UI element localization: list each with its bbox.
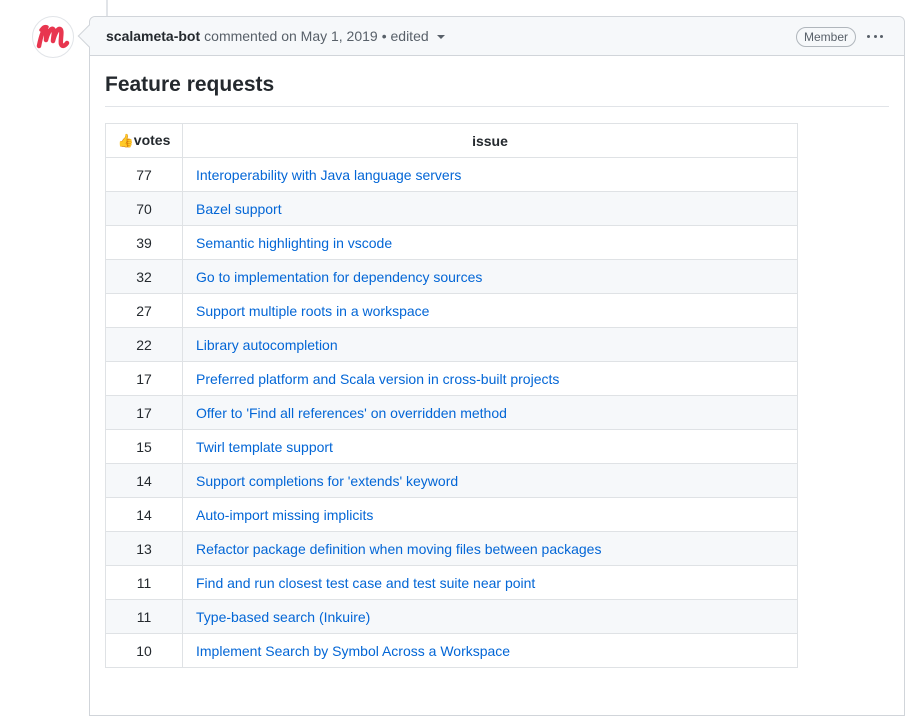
avatar[interactable] — [32, 16, 74, 58]
issue-cell: Bazel support — [182, 191, 798, 226]
vote-count: 17 — [105, 395, 183, 430]
table-row: 14 Support completions for 'extends' keyw… — [105, 463, 798, 498]
table-row: 17 Offer to 'Find all references' on over… — [105, 395, 798, 430]
vote-count: 70 — [105, 191, 183, 226]
chevron-down-icon — [436, 35, 445, 39]
vote-count: 11 — [105, 565, 183, 600]
issue-cell: Find and run closest test case and test … — [182, 565, 798, 600]
edited-dropdown[interactable]: • edited — [382, 28, 445, 44]
table-row: 11 Type-based search (Inkuire) — [105, 599, 798, 634]
issue-link[interactable]: Bazel support — [196, 201, 282, 217]
issue-link[interactable]: Support multiple roots in a workspace — [196, 303, 429, 319]
issue-link[interactable]: Library autocompletion — [196, 337, 338, 353]
issue-link[interactable]: Semantic highlighting in vscode — [196, 235, 392, 251]
vote-count: 39 — [105, 225, 183, 260]
issue-cell: Twirl template support — [182, 429, 798, 464]
votes-column-header: 👍votes — [105, 123, 183, 158]
issue-cell: Go to implementation for dependency sour… — [182, 259, 798, 294]
issue-column-header: issue — [182, 123, 798, 158]
issue-cell: Semantic highlighting in vscode — [182, 225, 798, 260]
issue-cell: Interoperability with Java language serv… — [182, 157, 798, 192]
issue-cell: Refactor package definition when moving … — [182, 531, 798, 566]
edited-label: • edited — [381, 28, 429, 44]
thumbs-up-icon: 👍 — [117, 133, 134, 148]
issue-link[interactable]: Refactor package definition when moving … — [196, 541, 601, 557]
table-row: 14 Auto-import missing implicits — [105, 497, 798, 532]
comment-header: scalameta-bot commented on May 1, 2019 •… — [90, 17, 904, 56]
vote-count: 27 — [105, 293, 183, 328]
table-row: 27 Support multiple roots in a workspace — [105, 293, 798, 328]
table-header-row: 👍votes issue — [105, 123, 798, 158]
table-row: 10 Implement Search by Symbol Across a Wo… — [105, 633, 798, 668]
kebab-horizontal-icon[interactable] — [865, 28, 885, 44]
comment-body: Feature requests 👍votes issue 77 Interope… — [90, 56, 904, 668]
issue-link[interactable]: Interoperability with Java language serv… — [196, 167, 461, 183]
issue-cell: Type-based search (Inkuire) — [182, 599, 798, 634]
table-row: 39 Semantic highlighting in vscode — [105, 225, 798, 260]
vote-count: 15 — [105, 429, 183, 464]
table-row: 70 Bazel support — [105, 191, 798, 226]
issue-link[interactable]: Implement Search by Symbol Across a Work… — [196, 643, 510, 659]
vote-count: 14 — [105, 463, 183, 498]
issue-cell: Auto-import missing implicits — [182, 497, 798, 532]
timeline-line — [106, 0, 108, 16]
member-badge: Member — [795, 27, 856, 47]
comment-timestamp[interactable]: commented on May 1, 2019 — [204, 28, 378, 44]
issue-cell: Library autocompletion — [182, 327, 798, 362]
vote-count: 77 — [105, 157, 183, 192]
issue-link[interactable]: Auto-import missing implicits — [196, 507, 373, 523]
vote-count: 11 — [105, 599, 183, 634]
vote-count: 17 — [105, 361, 183, 396]
issue-link[interactable]: Go to implementation for dependency sour… — [196, 269, 482, 285]
author-link[interactable]: scalameta-bot — [106, 28, 200, 44]
table-row: 22 Library autocompletion — [105, 327, 798, 362]
table-row: 77 Interoperability with Java language se… — [105, 157, 798, 192]
issue-link[interactable]: Twirl template support — [196, 439, 333, 455]
comment-box: scalameta-bot commented on May 1, 2019 •… — [89, 16, 905, 716]
issue-link[interactable]: Preferred platform and Scala version in … — [196, 371, 559, 387]
section-heading: Feature requests — [105, 71, 889, 107]
table-row: 11 Find and run closest test case and tes… — [105, 565, 798, 600]
scalameta-logo-icon — [36, 24, 70, 49]
issue-link[interactable]: Support completions for 'extends' keywor… — [196, 473, 458, 489]
vote-count: 22 — [105, 327, 183, 362]
table-row: 17 Preferred platform and Scala version i… — [105, 361, 798, 396]
issue-cell: Preferred platform and Scala version in … — [182, 361, 798, 396]
vote-count: 10 — [105, 633, 183, 668]
votes-header-label: votes — [133, 132, 171, 148]
issue-cell: Support completions for 'extends' keywor… — [182, 463, 798, 498]
table-row: 15 Twirl template support — [105, 429, 798, 464]
table-row: 13 Refactor package definition when movin… — [105, 531, 798, 566]
vote-count: 13 — [105, 531, 183, 566]
issue-link[interactable]: Type-based search (Inkuire) — [196, 609, 370, 625]
issue-cell: Support multiple roots in a workspace — [182, 293, 798, 328]
issue-link[interactable]: Find and run closest test case and test … — [196, 575, 535, 591]
issue-cell: Implement Search by Symbol Across a Work… — [182, 633, 798, 668]
table-row: 32 Go to implementation for dependency so… — [105, 259, 798, 294]
vote-count: 32 — [105, 259, 183, 294]
feature-requests-table: 👍votes issue 77 Interoperability with Jav… — [105, 123, 798, 668]
issue-link[interactable]: Offer to 'Find all references' on overri… — [196, 405, 507, 421]
issue-cell: Offer to 'Find all references' on overri… — [182, 395, 798, 430]
vote-count: 14 — [105, 497, 183, 532]
